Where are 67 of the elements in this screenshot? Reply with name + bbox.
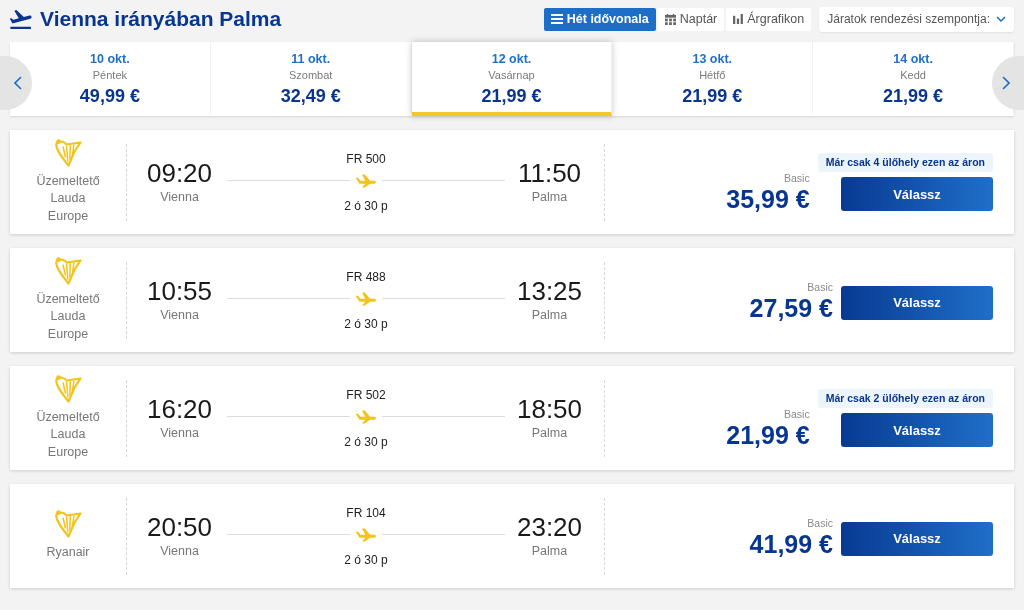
view-tab[interactable]: Naptár: [657, 7, 725, 31]
arrival-city: Palma: [531, 424, 568, 441]
fare-label: Basic: [784, 172, 810, 185]
arrival-time: 23:20: [516, 513, 583, 540]
flight-duration: 2 ó 30 p: [344, 551, 388, 568]
arrival-time: 13:25: [516, 277, 583, 304]
harp-logo-icon: [54, 374, 82, 403]
operator-label: Üzemeltető Lauda Europe: [35, 290, 101, 343]
select-button[interactable]: Válassz: [841, 521, 993, 556]
select-button[interactable]: Válassz: [841, 413, 993, 447]
select-button[interactable]: Válassz: [841, 285, 993, 320]
harp-logo-icon: [54, 510, 82, 539]
chevron-right-icon: [1002, 76, 1010, 90]
harp-logo-icon: [54, 256, 82, 285]
departure-time: 09:20: [146, 159, 213, 186]
page-title: Vienna irányában Palma: [40, 7, 282, 31]
date-tab[interactable]: 11 okt. Szombat 32,49 €: [210, 42, 412, 116]
sort-dropdown[interactable]: Járatok rendezési szempontja:: [819, 6, 1014, 32]
arrival-time: 11:50: [517, 159, 582, 186]
operator-label: Üzemeltető Lauda Europe: [35, 172, 101, 225]
flight-duration: 2 ó 30 p: [344, 315, 388, 332]
departure-time: 16:20: [146, 395, 213, 422]
date-tab[interactable]: 13 okt. Hétfő 21,99 €: [612, 42, 814, 116]
departure-city: Vienna: [160, 188, 199, 205]
fare-price: 21,99 €: [726, 423, 810, 447]
operator-label: Ryanair: [46, 544, 90, 562]
operator-label: Üzemeltető Lauda Europe: [35, 408, 101, 461]
departure-city: Vienna: [160, 542, 199, 559]
fare-label: Basic: [784, 408, 810, 421]
seats-notice: Már csak 4 ülőhely ezen az áron: [817, 153, 993, 172]
departure-time: 10:55: [146, 277, 213, 304]
departure-city: Vienna: [160, 306, 199, 323]
seats-notice: Már csak 2 ülőhely ezen az áron: [817, 389, 993, 408]
arrival-city: Palma: [531, 306, 568, 323]
arrival-city: Palma: [531, 542, 568, 559]
date-tab[interactable]: 12 okt. Vasárnap 21,99 €: [411, 42, 613, 116]
plane-icon: [355, 409, 377, 424]
flight-number: FR 104: [346, 504, 386, 521]
date-tab[interactable]: 14 okt. Kedd 21,99 €: [813, 42, 1014, 116]
harp-logo-icon: [54, 138, 82, 167]
date-tab[interactable]: 10 okt. Péntek 49,99 €: [10, 42, 211, 116]
fare-price: 27,59 €: [749, 295, 833, 320]
departure-time: 20:50: [146, 513, 213, 540]
plane-icon: [355, 527, 377, 542]
fare-price: 35,99 €: [726, 187, 810, 211]
select-button[interactable]: Válassz: [841, 177, 993, 211]
arrival-city: Palma: [531, 188, 568, 205]
flight-number: FR 502: [346, 386, 386, 403]
chevron-left-icon: [14, 76, 22, 90]
flight-duration: 2 ó 30 p: [344, 433, 388, 450]
plane-icon: [355, 173, 377, 188]
fare-price: 41,99 €: [749, 531, 833, 556]
fare-label: Basic: [807, 516, 833, 530]
plane-icon: [355, 291, 377, 306]
flight-number: FR 488: [346, 268, 386, 285]
bar-chart-icon: [733, 14, 744, 24]
departure-city: Vienna: [160, 424, 199, 441]
view-tab[interactable]: Hét idővonala: [543, 7, 656, 31]
view-tab[interactable]: Árgrafikon: [726, 7, 812, 31]
chevron-down-icon: [996, 16, 1006, 22]
flight-number: FR 500: [346, 150, 386, 167]
calendar-icon: [664, 13, 676, 25]
flight-duration: 2 ó 30 p: [344, 197, 388, 214]
arrival-time: 18:50: [516, 395, 583, 422]
plane-takeoff-icon: [10, 9, 32, 29]
list-icon: [550, 14, 563, 24]
fare-label: Basic: [807, 280, 833, 294]
